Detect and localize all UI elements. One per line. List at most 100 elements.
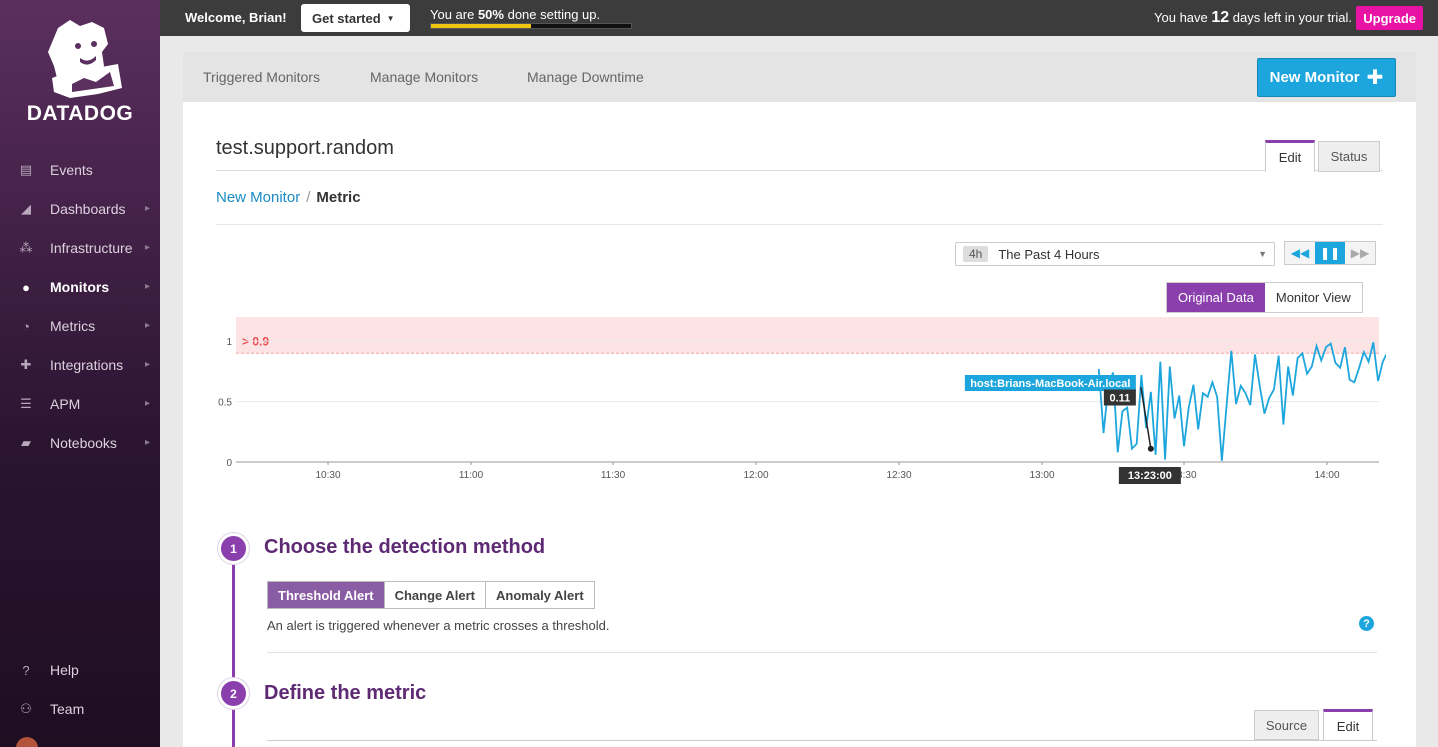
- sidebar-item-monitors[interactable]: ● Monitors ▸: [0, 269, 160, 305]
- timeframe-label: The Past 4 Hours: [998, 246, 1100, 262]
- sidebar-item-notebooks[interactable]: ▰ Notebooks ▸: [0, 425, 160, 461]
- view-toggle: Original Data Monitor View: [1166, 282, 1363, 313]
- sidebar-item-integrations[interactable]: ✚ Integrations ▸: [0, 347, 160, 383]
- sidebar-item-label: Events: [50, 162, 93, 178]
- chevron-right-icon: ▸: [144, 359, 150, 370]
- tab-manage-downtime[interactable]: Manage Downtime: [527, 69, 644, 85]
- step-title-detection: Choose the detection method: [264, 536, 546, 558]
- sidebar-item-dashboards[interactable]: ◢ Dashboards ▸: [0, 191, 160, 227]
- progress-percent: 50%: [477, 7, 504, 22]
- rewind-button[interactable]: ◀◀: [1285, 242, 1315, 264]
- help-icon[interactable]: ?: [1359, 616, 1374, 631]
- sidebar-item-label: Team: [50, 701, 85, 717]
- team-icon: ⚇: [20, 701, 32, 716]
- tab-triggered-monitors[interactable]: Triggered Monitors: [203, 69, 320, 85]
- chevron-right-icon: ▸: [144, 203, 150, 214]
- timeframe-badge: 4h: [963, 246, 989, 262]
- tab-edit[interactable]: Edit: [1265, 140, 1315, 172]
- x-tick-label: 11:30: [601, 470, 626, 481]
- step-title-metric: Define the metric: [264, 682, 427, 704]
- metric-chart[interactable]: > 0.900.5110:30 11:00 11:30 12:00 12:30 13:00…: [216, 314, 1386, 486]
- get-started-dropdown[interactable]: Get started ▼: [301, 4, 410, 32]
- metrics-icon: ◔: [22, 318, 30, 334]
- divider: [216, 170, 1383, 171]
- trial-prefix: You have: [1154, 10, 1212, 25]
- sidebar-item-infrastructure[interactable]: ⁂ Infrastructure ▸: [0, 230, 160, 266]
- sidebar: DATADOG ▤ Events ◢ Dashboards ▸ ⁂ Infras…: [0, 0, 160, 747]
- dashboards-icon: ◢: [21, 201, 31, 216]
- x-tick-label: 12:00: [743, 470, 768, 481]
- sidebar-item-label: Notebooks: [50, 435, 117, 451]
- trial-days: 12: [1211, 9, 1230, 26]
- sidebar-item-team[interactable]: ⚇ Team: [0, 691, 160, 727]
- setup-progress-fill: [431, 24, 531, 28]
- chevron-right-icon: ▸: [144, 398, 150, 409]
- help-icon: ?: [22, 662, 30, 678]
- tab-manage-monitors[interactable]: Manage Monitors: [370, 69, 478, 85]
- rewind-icon: ◀◀: [1290, 246, 1310, 260]
- avatar[interactable]: [16, 737, 38, 747]
- sidebar-item-metrics[interactable]: ◔ Metrics ▸: [0, 308, 160, 344]
- fast-forward-icon: ▶▶: [1350, 246, 1370, 260]
- welcome-text: Welcome, Brian!: [185, 10, 287, 25]
- progress-prefix: You are: [430, 7, 478, 22]
- apm-icon: ☰: [20, 396, 32, 411]
- progress-suffix: done setting up.: [503, 7, 601, 22]
- series-line: [1097, 342, 1386, 461]
- threshold-band: [236, 317, 1379, 354]
- sidebar-item-help[interactable]: ? Help: [0, 652, 160, 688]
- sidebar-item-label: Metrics: [50, 318, 96, 334]
- threshold-alert-button[interactable]: Threshold Alert: [268, 582, 385, 608]
- detection-method-group: Threshold Alert Change Alert Anomaly Ale…: [267, 581, 595, 609]
- new-monitor-button[interactable]: New Monitor ✚: [1257, 58, 1396, 97]
- tooltip-value: 0.11: [1109, 393, 1130, 405]
- anomaly-alert-button[interactable]: Anomaly Alert: [486, 582, 594, 608]
- trial-suffix: days left in your trial.: [1229, 10, 1352, 25]
- original-data-button[interactable]: Original Data: [1167, 283, 1265, 312]
- tooltip-time: 13:23:00: [1128, 470, 1172, 482]
- tab-edit-metric[interactable]: Edit: [1323, 709, 1373, 740]
- chevron-right-icon: ▸: [144, 437, 150, 448]
- breadcrumb-separator: /: [306, 189, 311, 206]
- monitors-icon: ●: [22, 279, 30, 295]
- step-number-2: 2: [218, 678, 249, 709]
- sidebar-item-apm[interactable]: ☰ APM ▸: [0, 386, 160, 422]
- timeframe-select[interactable]: 4h The Past 4 Hours ▼: [955, 242, 1275, 266]
- x-tick-label: 11:00: [459, 470, 484, 481]
- setup-progress-bar: [430, 23, 632, 29]
- chevron-right-icon: ▸: [144, 242, 150, 253]
- new-monitor-label: New Monitor: [1269, 69, 1360, 86]
- x-tick-label: 12:30: [886, 470, 911, 481]
- x-tick-label: 13:00: [1029, 470, 1054, 481]
- breadcrumb-link-new-monitor[interactable]: New Monitor: [216, 189, 300, 206]
- x-tick-label: 14:00: [1314, 470, 1339, 481]
- tab-status[interactable]: Status: [1318, 141, 1380, 172]
- divider: [267, 740, 1377, 741]
- upgrade-button[interactable]: Upgrade: [1356, 6, 1423, 30]
- sidebar-item-events[interactable]: ▤ Events: [0, 152, 160, 188]
- forward-button[interactable]: ▶▶: [1345, 242, 1375, 264]
- sidebar-item-label: Help: [50, 662, 79, 678]
- tab-source[interactable]: Source: [1254, 710, 1319, 740]
- chevron-down-icon: ▼: [1258, 249, 1267, 259]
- step-connector: [232, 549, 235, 747]
- setup-progress-text: You are 50% done setting up.: [430, 7, 600, 22]
- trial-text: You have 12 days left in your trial.: [1154, 9, 1352, 27]
- chevron-right-icon: ▸: [144, 281, 150, 292]
- hover-point: [1147, 445, 1154, 452]
- notebooks-icon: ▰: [21, 435, 31, 450]
- sidebar-item-label: Integrations: [50, 357, 124, 373]
- sidebar-item-label: Monitors: [50, 279, 110, 295]
- monitors-subnav: Triggered Monitors Manage Monitors Manag…: [183, 52, 1416, 102]
- infrastructure-icon: ⁂: [19, 240, 33, 255]
- change-alert-button[interactable]: Change Alert: [384, 582, 487, 608]
- monitor-view-button[interactable]: Monitor View: [1264, 283, 1362, 312]
- top-bar: Welcome, Brian! Get started ▼ You are 50…: [160, 0, 1438, 36]
- pause-button[interactable]: ❚❚: [1315, 242, 1345, 264]
- get-started-label: Get started: [312, 10, 381, 26]
- pause-icon: ❚❚: [1319, 246, 1341, 260]
- step-number-1: 1: [218, 533, 249, 564]
- time-playback-controls: ◀◀ ❚❚ ▶▶: [1284, 241, 1376, 265]
- y-tick-label: 0: [226, 458, 232, 469]
- monitor-title[interactable]: test.support.random: [216, 137, 394, 160]
